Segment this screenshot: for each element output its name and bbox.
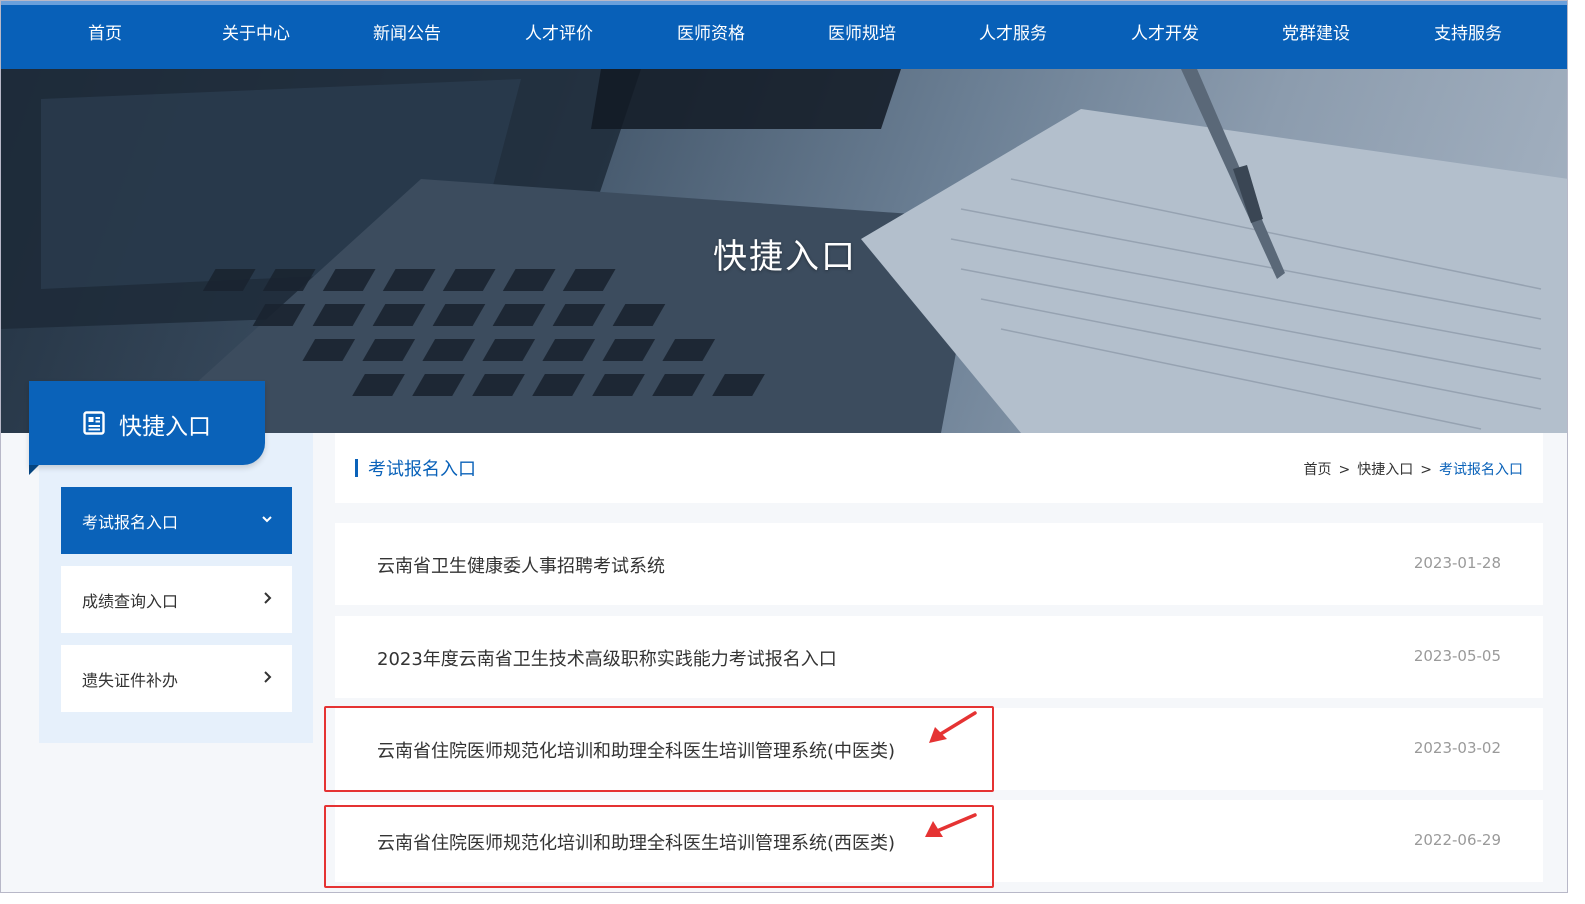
banner: 快捷入口 <box>1 69 1567 433</box>
nav-item-physician-qualification[interactable]: 医师资格 <box>641 19 781 49</box>
nav-item-talent-development[interactable]: 人才开发 <box>1095 19 1235 49</box>
chevron-right-icon <box>264 592 272 604</box>
list-item-title[interactable]: 云南省卫生健康委人事招聘考试系统 <box>377 552 665 578</box>
chevron-down-icon <box>262 516 272 523</box>
sidebar-item-score-query[interactable]: 成绩查询入口 <box>61 566 292 633</box>
nav-item-residency-training[interactable]: 医师规培 <box>792 19 932 49</box>
sidebar-header: 快捷入口 <box>29 381 265 475</box>
list-item[interactable]: 2023年度云南省卫生技术高级职称实践能力考试报名入口 2023-05-05 <box>335 616 1543 698</box>
list-item[interactable]: 云南省卫生健康委人事招聘考试系统 2023-01-28 <box>335 523 1543 605</box>
chevron-right-icon <box>264 671 272 683</box>
nav-item-news[interactable]: 新闻公告 <box>337 19 477 49</box>
breadcrumb-separator: > <box>1420 462 1432 478</box>
document-icon <box>83 411 105 435</box>
nav-item-home[interactable]: 首页 <box>35 19 175 49</box>
top-navigation: 首页 关于中心 新闻公告 人才评价 医师资格 医师规培 人才服务 人才开发 党群… <box>1 1 1567 69</box>
annotation-highlight-box <box>324 805 994 888</box>
annotation-arrow-icon <box>929 711 977 743</box>
list-item-date: 2023-03-02 <box>1413 739 1501 757</box>
nav-item-talent-evaluation[interactable]: 人才评价 <box>489 19 629 49</box>
breadcrumb-home[interactable]: 首页 <box>1304 462 1332 478</box>
breadcrumb-current[interactable]: 考试报名入口 <box>1439 462 1523 478</box>
list-item-date: 2023-01-28 <box>1413 554 1501 572</box>
section-header: 考试报名入口 首页 > 快捷入口 > 考试报名入口 <box>335 433 1543 503</box>
list-item-title[interactable]: 2023年度云南省卫生技术高级职称实践能力考试报名入口 <box>377 645 837 671</box>
sidebar-item-lost-certificate[interactable]: 遗失证件补办 <box>61 645 292 712</box>
sidebar-item-label: 考试报名入口 <box>82 513 179 532</box>
annotation-arrow-icon <box>925 813 977 837</box>
nav-item-party-building[interactable]: 党群建设 <box>1246 19 1386 49</box>
breadcrumb-separator: > <box>1338 462 1351 478</box>
section-title: 考试报名入口 <box>368 459 476 480</box>
sidebar-item-label: 成绩查询入口 <box>82 592 179 611</box>
annotation-highlight-box <box>324 706 994 792</box>
breadcrumb: 首页 > 快捷入口 > 考试报名入口 <box>1304 459 1523 479</box>
sidebar-title: 快捷入口 <box>119 414 211 440</box>
nav-item-talent-service[interactable]: 人才服务 <box>943 19 1083 49</box>
breadcrumb-quick-entry[interactable]: 快捷入口 <box>1357 462 1413 478</box>
list-item-date: 2022-06-29 <box>1413 831 1501 849</box>
nav-item-about[interactable]: 关于中心 <box>186 19 326 49</box>
banner-title: 快捷入口 <box>713 237 857 277</box>
page-frame: 首页 关于中心 新闻公告 人才评价 医师资格 医师规培 人才服务 人才开发 党群… <box>0 0 1568 893</box>
sidebar-item-exam-registration[interactable]: 考试报名入口 <box>61 487 292 554</box>
nav-item-support[interactable]: 支持服务 <box>1398 19 1538 49</box>
section-title-marker <box>355 459 358 477</box>
sidebar-item-label: 遗失证件补办 <box>82 671 179 690</box>
list-item-date: 2023-05-05 <box>1413 647 1501 665</box>
